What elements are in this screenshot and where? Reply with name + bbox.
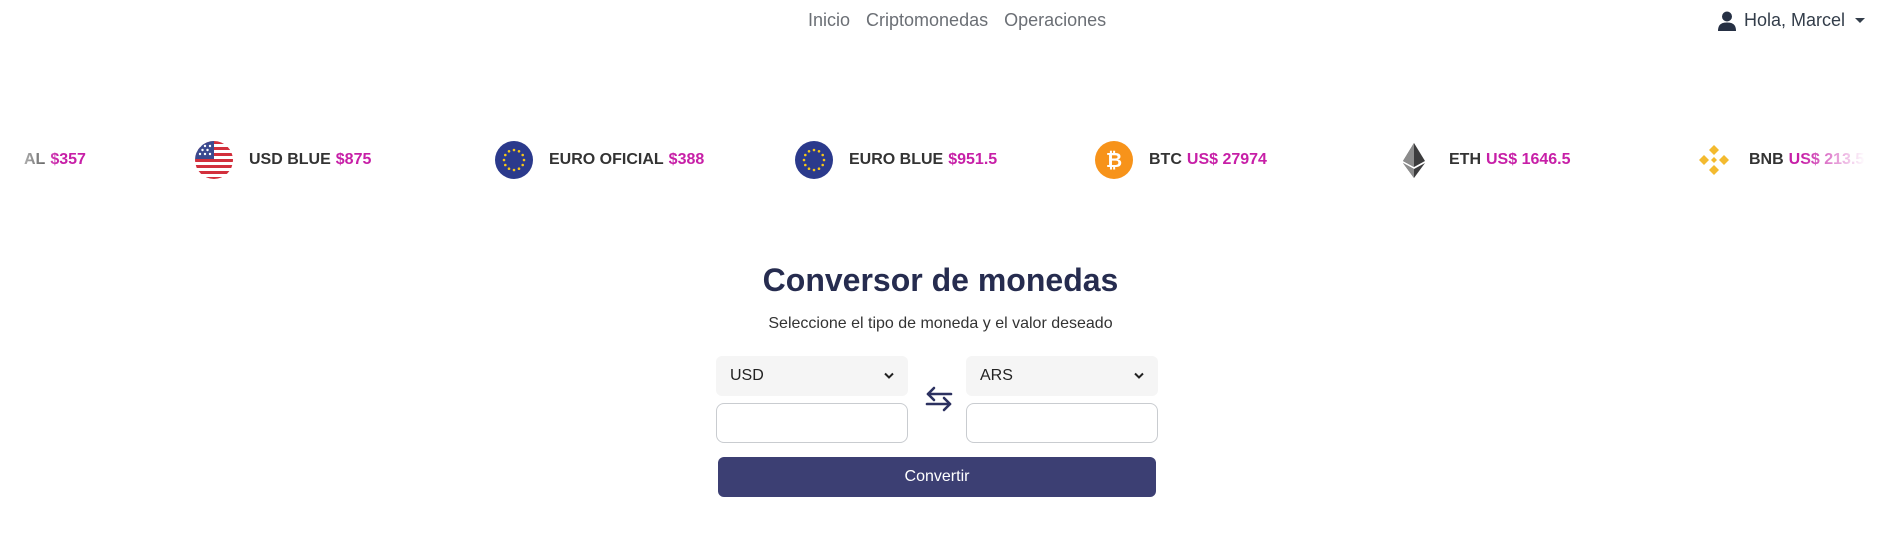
ticker-label: BNB	[1749, 151, 1784, 168]
nav-link-criptomonedas[interactable]: Criptomonedas	[866, 10, 988, 31]
ticker-fade-right	[1801, 130, 1881, 190]
converter-header: Conversor de monedas Seleccione el tipo …	[0, 262, 1881, 333]
from-currency-value: USD	[730, 367, 764, 384]
to-amount-input[interactable]	[966, 403, 1158, 443]
convert-button[interactable]: Convertir	[718, 457, 1156, 497]
eu-flag-icon	[795, 141, 833, 179]
page-subtitle: Seleccione el tipo de moneda y el valor …	[768, 315, 1113, 332]
chevron-down-icon	[884, 372, 894, 379]
ticker-label: BTC	[1149, 151, 1182, 168]
ticker-label: ETH	[1449, 151, 1481, 168]
swap-currencies-button[interactable]	[924, 385, 954, 418]
to-currency-value: ARS	[980, 367, 1013, 384]
ticker-label: EURO BLUE	[849, 151, 944, 168]
svg-text:₿: ₿	[1106, 148, 1122, 172]
ticker-item: EURO BLUE $951.5	[795, 130, 997, 190]
bitcoin-icon: ₿	[1095, 141, 1133, 179]
ethereum-icon	[1403, 143, 1425, 178]
ticker-item: ETH US$ 1646.5	[1395, 130, 1571, 190]
us-flag-icon	[195, 141, 233, 179]
bnb-icon	[1699, 145, 1729, 175]
from-currency-select[interactable]: USD	[716, 356, 908, 396]
user-icon	[1717, 11, 1736, 31]
eu-flag-icon	[495, 141, 533, 179]
ticker-price: US$ 27974	[1186, 151, 1267, 168]
ticker-price: $388	[668, 151, 705, 168]
swap-arrows-icon	[925, 386, 953, 412]
top-navbar: Inicio Criptomonedas Operaciones Hola, M…	[0, 0, 1881, 44]
to-currency-select[interactable]: ARS	[966, 356, 1158, 396]
user-menu[interactable]: Hola, Marcel	[1717, 10, 1865, 31]
user-greeting: Hola, Marcel	[1743, 10, 1845, 30]
ticker-label: USD BLUE	[249, 151, 331, 168]
ticker-label: EURO OFICIAL	[549, 151, 664, 168]
nav-links: Inicio Criptomonedas Operaciones	[808, 10, 1106, 31]
page-title: Conversor de monedas	[762, 262, 1119, 298]
from-amount-input[interactable]	[716, 403, 908, 443]
ticker-fade-left	[0, 130, 60, 190]
ticker-item: ₿ BTC US$ 27974	[1095, 130, 1267, 190]
ticker-price: $951.5	[948, 151, 998, 168]
ticker-item: EURO OFICIAL $388	[495, 130, 704, 190]
ticker-item: USD BLUE $875	[195, 130, 371, 190]
ticker-price: US$ 1646.5	[1486, 151, 1571, 168]
chevron-down-icon	[1855, 18, 1865, 23]
currency-ticker: AL$357 USD BLUE$875	[0, 130, 1881, 190]
ticker-price: $875	[335, 151, 372, 168]
nav-link-inicio[interactable]: Inicio	[808, 10, 850, 31]
chevron-down-icon	[1134, 372, 1144, 379]
nav-link-operaciones[interactable]: Operaciones	[1004, 10, 1106, 31]
